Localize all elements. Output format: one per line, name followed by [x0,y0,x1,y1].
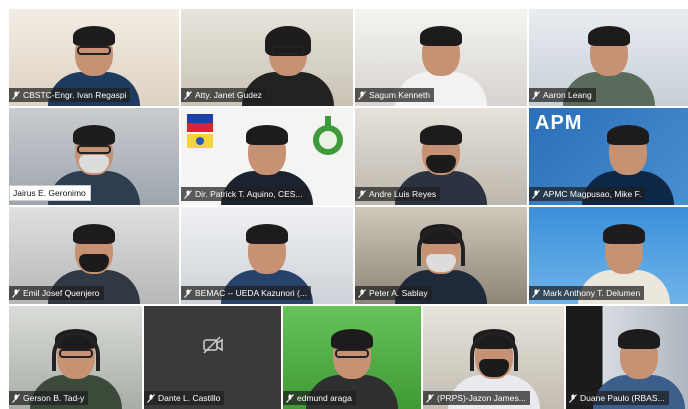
participant-name-tag: Duane Paulo (RBAS... [566,391,669,405]
participant-name: Duane Paulo (RBAS... [580,393,665,403]
participant-name-tag: Dir. Patrick T. Aquino, CES... [181,187,307,201]
participant-name-tag: Peter A. Sablay [355,286,432,300]
agency-seal-icon [313,116,343,155]
participant-name: Emil Josef Quenjero [23,288,100,298]
participant-name: Sagum Kenneth [369,90,430,100]
participant-name-tag: edmund araga [283,391,356,405]
participant-tile[interactable]: Emil Josef Quenjero [9,207,179,304]
microphone-muted-icon [12,90,20,100]
microphone-muted-icon [569,393,577,403]
participant-name-tag: Jairus E. Geronimo [9,185,91,201]
participant-name-tag: Gerson B. Tad-y [9,391,89,405]
participant-tile[interactable]: Aaron Leang [529,9,688,106]
participant-tile[interactable]: Mark Anthony T. Delumen [529,207,688,304]
microphone-muted-icon [358,189,366,199]
participant-name: Mark Anthony T. Delumen [543,288,641,298]
participant-name-tag: Atty. Janet Gudez [181,88,266,102]
microphone-muted-icon [532,189,540,199]
microphone-muted-icon [147,393,155,403]
microphone-muted-icon [532,90,540,100]
participant-tile[interactable]: Dir. Patrick T. Aquino, CES... [181,108,353,205]
microphone-muted-icon [184,288,192,298]
participant-tile[interactable]: edmund araga [283,306,421,409]
participant-name: Dir. Patrick T. Aquino, CES... [195,189,303,199]
participant-tile[interactable]: Atty. Janet Gudez [181,9,353,106]
participant-name-tag: (PRPS)-Jazon James... [423,391,530,405]
microphone-muted-icon [358,90,366,100]
participant-name-tag: Aaron Leang [529,88,596,102]
participant-name: CBSTC-Engr. Ivan Regaspi [23,90,127,100]
participant-name: edmund araga [297,393,352,403]
microphone-muted-icon [532,288,540,298]
philippine-flag-icon [187,114,213,148]
participant-name: Peter A. Sablay [369,288,428,298]
participant-tile[interactable]: Peter A. Sablay [355,207,527,304]
microphone-muted-icon [358,288,366,298]
participant-name: Jairus E. Geronimo [13,188,86,198]
participant-name: Gerson B. Tad-y [23,393,85,403]
video-conference-window: { "meeting": { "participants": [ {"name"… [0,0,688,409]
participant-tile[interactable]: (PRPS)-Jazon James... [423,306,564,409]
participant-tile[interactable]: Sagum Kenneth [355,9,527,106]
microphone-muted-icon [426,393,434,403]
participant-name-tag: Dante L. Castillo [144,391,225,405]
participant-name-tag: Emil Josef Quenjero [9,286,104,300]
participant-name: (PRPS)-Jazon James... [437,393,526,403]
participant-name: Aaron Leang [543,90,592,100]
participant-name: Andre Luis Reyes [369,189,437,199]
microphone-muted-icon [286,393,294,403]
participant-name-tag: Mark Anthony T. Delumen [529,286,645,300]
microphone-muted-icon [12,288,20,298]
participant-name-tag: Sagum Kenneth [355,88,434,102]
participant-name-tag: APMC Magpusao, Mike F. [529,187,646,201]
participant-tile[interactable]: APM APMC Magpusao, Mike F. [529,108,688,205]
participant-name-tag: Andre Luis Reyes [355,187,441,201]
participant-name-tag: CBSTC-Engr. Ivan Regaspi [9,88,131,102]
participant-tile[interactable]: Gerson B. Tad-y [9,306,142,409]
participant-name: BEMAC -- UEDA Kazunori (... [195,288,307,298]
participant-name: Atty. Janet Gudez [195,90,262,100]
camera-off-icon [202,336,223,354]
background-logo-text: APM [535,112,583,134]
participant-tile[interactable]: Duane Paulo (RBAS... [566,306,688,409]
participant-tile[interactable]: CBSTC-Engr. Ivan Regaspi [9,9,179,106]
microphone-muted-icon [184,90,192,100]
participant-tile[interactable]: Andre Luis Reyes [355,108,527,205]
microphone-muted-icon [184,189,192,199]
participant-name: Dante L. Castillo [158,393,221,403]
participant-tile[interactable]: BEMAC -- UEDA Kazunori (... [181,207,353,304]
participant-tile[interactable]: Dante L. Castillo [144,306,281,409]
participant-tile[interactable]: Jairus E. Geronimo [9,108,179,205]
microphone-muted-icon [12,393,20,403]
participant-name-tag: BEMAC -- UEDA Kazunori (... [181,286,311,300]
participant-name: APMC Magpusao, Mike F. [543,189,642,199]
